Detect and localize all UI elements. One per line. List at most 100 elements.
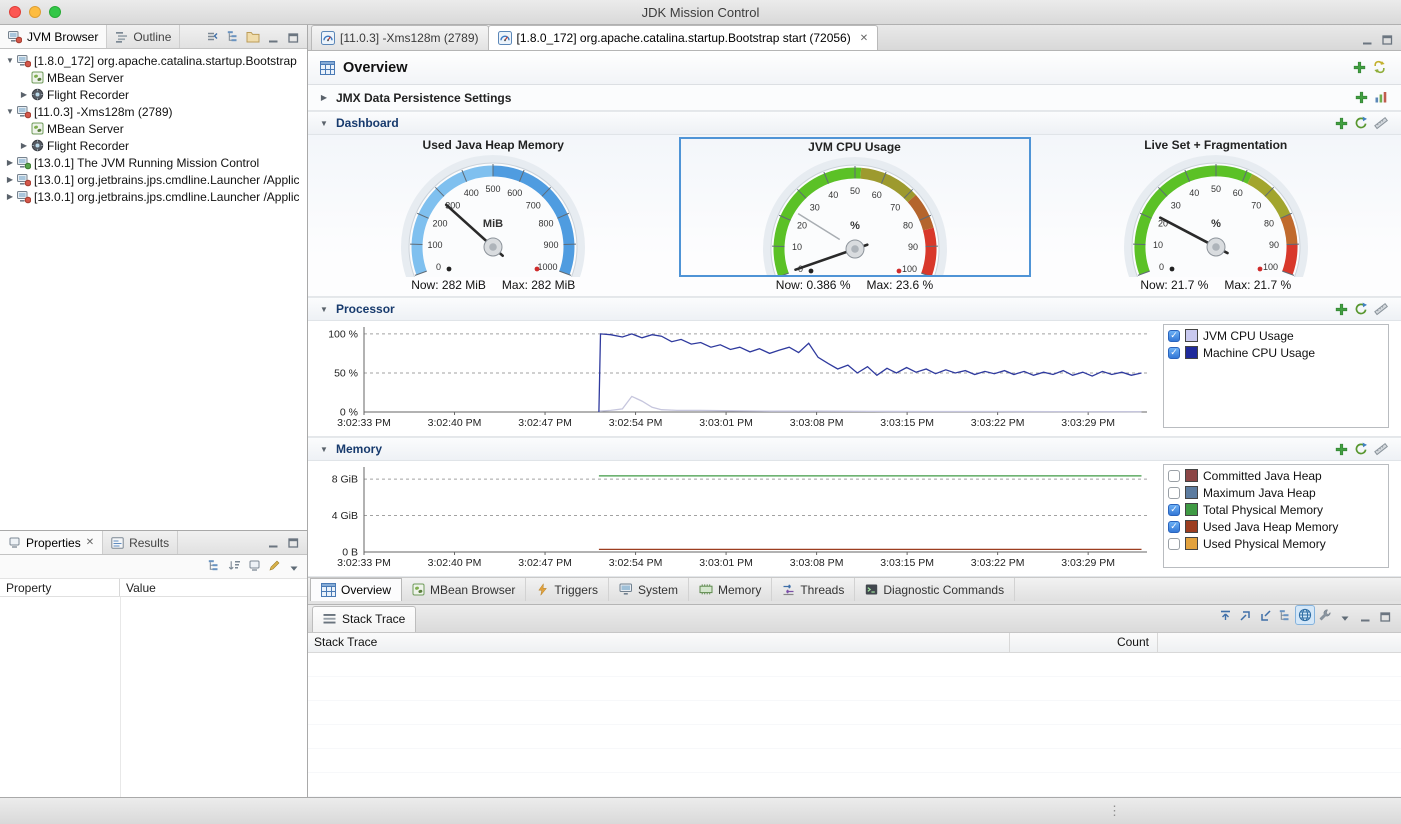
legend-item-maximum-java-heap[interactable]: Maximum Java Heap [1168,484,1384,501]
tree-item-mbean-server[interactable]: MBean Server [0,120,307,137]
processor-section-header[interactable]: ▼ Processor [308,297,1401,321]
gauge-used-java-heap-memory[interactable]: Used Java Heap Memory0100200300400500600… [317,137,669,296]
tab-close-icon[interactable]: ✕ [860,33,868,44]
console-tab-system[interactable]: System [609,578,689,601]
legend-item-jvm-cpu-usage[interactable]: ✓JVM CPU Usage [1168,327,1384,344]
tree-item-1-8-0-172-org-apache-catalina-startup-bootstrap[interactable]: ▼[1.8.0_172] org.apache.catalina.startup… [0,52,307,69]
dashboard-add-button[interactable] [1331,113,1351,133]
gauge-live-set-fragmentation[interactable]: Live Set + Fragmentation0102030405060708… [1040,137,1392,296]
pin-button[interactable] [244,555,264,575]
new-connection-button[interactable] [223,26,243,46]
close-window-button[interactable] [9,6,21,18]
editor-tab-11-0-3-xms128m-2789[interactable]: [11.0.3] -Xms128m (2789) [311,25,489,50]
processor-add-button[interactable] [1331,299,1351,319]
show-as-tree-button[interactable] [1295,605,1315,625]
jmx-add-button[interactable] [1351,88,1371,108]
legend-item-committed-java-heap[interactable]: Committed Java Heap [1168,467,1384,484]
legend-item-used-java-heap-memory[interactable]: ✓Used Java Heap Memory [1168,518,1384,535]
sash-grip-icon[interactable]: ⋮ [1108,803,1121,819]
jmx-persistence-button[interactable] [1371,87,1391,107]
processor-measure-button[interactable] [1371,299,1391,319]
dashboard-section-header[interactable]: ▼ Dashboard [308,111,1401,135]
open-method-button[interactable] [1235,606,1255,626]
jmx-persistence-section[interactable]: ▶ JMX Data Persistence Settings [308,85,1401,111]
legend-checkbox[interactable] [1168,538,1180,550]
minimize-view-button[interactable] [1355,607,1375,627]
legend-checkbox[interactable]: ✓ [1168,521,1180,533]
tab-results[interactable]: Results [103,531,178,554]
console-tab-triggers[interactable]: Triggers [526,578,609,601]
stack-trace-table-body[interactable] [308,653,1401,798]
tree-item-flight-recorder[interactable]: ▶Flight Recorder [0,137,307,154]
minimize-editor-button[interactable] [1357,30,1377,50]
minimize-window-button[interactable] [29,6,41,18]
tree-expander-icon[interactable]: ▼ [4,107,16,116]
tree-item-13-0-1-org-jetbrains-jps-cmdline-launcher-applic[interactable]: ▶[13.0.1] org.jetbrains.jps.cmdline.Laun… [0,188,307,205]
view-menu-button[interactable] [1335,609,1355,629]
tree-item-13-0-1-org-jetbrains-jps-cmdline-launcher-applic[interactable]: ▶[13.0.1] org.jetbrains.jps.cmdline.Laun… [0,171,307,188]
tree-item-11-0-3-xms128m-2789[interactable]: ▼[11.0.3] -Xms128m (2789) [0,103,307,120]
minimize-view-button[interactable] [263,533,283,553]
editor-tab-1-8-0-172-org-apache-catalina-startup-bootstrap-start-72056[interactable]: [1.8.0_172] org.apache.catalina.startup.… [488,25,879,50]
console-tab-overview[interactable]: Overview [310,578,402,601]
legend-checkbox[interactable]: ✓ [1168,330,1180,342]
legend-checkbox[interactable] [1168,487,1180,499]
legend-checkbox[interactable] [1168,470,1180,482]
dashboard-refresh-button[interactable] [1351,113,1371,133]
minimize-view-button[interactable] [263,28,283,48]
edit-button[interactable] [264,555,284,575]
console-tab-diagnostic-commands[interactable]: Diagnostic Commands [855,578,1015,601]
tree-expander-icon[interactable]: ▼ [4,56,16,65]
dashboard-expander-icon[interactable]: ▼ [318,119,330,128]
processor-expander-icon[interactable]: ▼ [318,305,330,314]
processor-chart[interactable]: 0 %50 %100 %3:02:33 PM3:02:40 PM3:02:47 … [312,324,1153,432]
tab-outline[interactable]: Outline [107,25,180,48]
column-property[interactable]: Property [0,579,120,596]
add-chart-button[interactable] [1349,58,1369,78]
tree-item-mbean-server[interactable]: MBean Server [0,69,307,86]
gauge-jvm-cpu-usage[interactable]: JVM CPU Usage0102030405060708090100%Now:… [679,137,1031,296]
column-value[interactable]: Value [120,579,307,596]
maximize-view-button[interactable] [283,28,303,48]
console-tab-memory[interactable]: Memory [689,578,772,601]
legend-item-total-physical-memory[interactable]: ✓Total Physical Memory [1168,501,1384,518]
view-menu-button[interactable] [284,558,304,578]
settings-button[interactable] [1315,605,1335,625]
tree-item-flight-recorder[interactable]: ▶Flight Recorder [0,86,307,103]
memory-measure-button[interactable] [1371,439,1391,459]
properties-table-body[interactable] [0,597,307,797]
memory-refresh-button[interactable] [1351,439,1371,459]
tree-mode-button[interactable] [204,555,224,575]
processor-refresh-button[interactable] [1351,299,1371,319]
legend-item-used-physical-memory[interactable]: Used Physical Memory [1168,535,1384,552]
tree-item-13-0-1-the-jvm-running-mission-control[interactable]: ▶[13.0.1] The JVM Running Mission Contro… [0,154,307,171]
console-tab-mbean-browser[interactable]: MBean Browser [402,578,526,601]
collapse-all-button[interactable] [203,26,223,46]
memory-add-button[interactable] [1331,439,1351,459]
column-stack-trace[interactable]: Stack Trace [308,633,1010,652]
console-tab-threads[interactable]: Threads [772,578,855,601]
open-folder-button[interactable] [243,27,263,47]
legend-checkbox[interactable]: ✓ [1168,504,1180,516]
reset-layout-button[interactable] [1369,57,1389,77]
first-frame-button[interactable] [1215,606,1235,626]
maximize-view-button[interactable] [1375,607,1395,627]
tree-expander-icon[interactable]: ▶ [18,90,30,99]
memory-expander-icon[interactable]: ▼ [318,445,330,454]
tree-expander-icon[interactable]: ▶ [4,175,16,184]
dashboard-measure-button[interactable] [1371,113,1391,133]
legend-checkbox[interactable]: ✓ [1168,347,1180,359]
maximize-editor-button[interactable] [1377,30,1397,50]
tree-layout-button[interactable] [1275,606,1295,626]
column-count[interactable]: Count [1010,633,1158,652]
back-trace-button[interactable] [1255,606,1275,626]
tab-properties[interactable]: Properties ✕ [0,531,103,554]
tree-expander-icon[interactable]: ▶ [4,158,16,167]
sort-button[interactable] [224,555,244,575]
jmx-expander-icon[interactable]: ▶ [318,93,330,102]
memory-section-header[interactable]: ▼ Memory [308,437,1401,461]
tab-close-icon[interactable]: ✕ [86,537,94,548]
legend-item-machine-cpu-usage[interactable]: ✓Machine CPU Usage [1168,344,1384,361]
memory-chart[interactable]: 0 B4 GiB8 GiB3:02:33 PM3:02:40 PM3:02:47… [312,464,1153,572]
tab-stack-trace[interactable]: Stack Trace [312,606,416,632]
